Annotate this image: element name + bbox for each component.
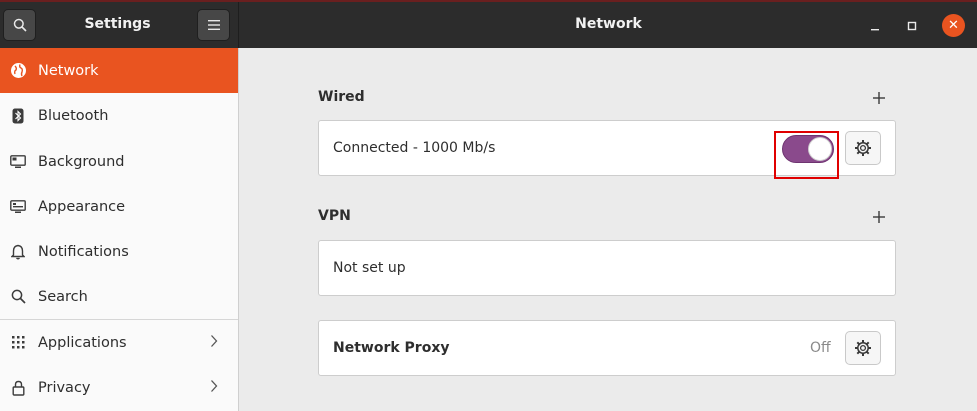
proxy-settings-button[interactable] bbox=[845, 331, 881, 365]
sidebar-item-privacy[interactable]: Privacy bbox=[0, 365, 238, 410]
sidebar-item-label: Applications bbox=[38, 334, 127, 351]
sidebar-header: Settings bbox=[0, 2, 239, 48]
plus-icon bbox=[873, 211, 885, 223]
bluetooth-icon bbox=[9, 107, 27, 125]
lock-icon bbox=[9, 379, 27, 397]
chevron-right-icon bbox=[210, 379, 218, 397]
sidebar-item-label: Notifications bbox=[38, 243, 129, 260]
close-button[interactable]: ✕ bbox=[942, 14, 965, 37]
sidebar-item-notifications[interactable]: Notifications bbox=[0, 229, 238, 274]
gear-icon bbox=[855, 340, 871, 356]
wired-status: Connected - 1000 Mb/s bbox=[333, 140, 496, 156]
search-icon bbox=[13, 18, 27, 32]
sidebar-item-label: Appearance bbox=[38, 198, 126, 215]
network-panel: Wired Connected - 1000 Mb/s VPN Not set … bbox=[240, 48, 977, 411]
wired-toggle[interactable] bbox=[782, 135, 834, 163]
wired-section-title: Wired bbox=[318, 89, 365, 105]
vpn-status: Not set up bbox=[333, 260, 406, 276]
network-globe-icon bbox=[9, 62, 27, 80]
maximize-button[interactable] bbox=[901, 15, 923, 37]
app-title: Settings bbox=[84, 16, 151, 32]
minimize-icon bbox=[871, 29, 879, 31]
sidebar-item-search[interactable]: Search bbox=[0, 274, 238, 319]
wired-settings-button[interactable] bbox=[845, 131, 881, 165]
apps-grid-icon bbox=[9, 334, 27, 352]
add-vpn-button[interactable] bbox=[870, 208, 888, 226]
close-icon: ✕ bbox=[948, 18, 959, 33]
sidebar-item-bluetooth[interactable]: Bluetooth bbox=[0, 93, 238, 138]
gear-icon bbox=[855, 140, 871, 156]
hamburger-icon bbox=[207, 20, 220, 30]
plus-icon bbox=[873, 92, 885, 104]
header-bar: Settings Network ✕ bbox=[0, 0, 977, 48]
menu-button[interactable] bbox=[197, 9, 230, 41]
sidebar-item-network[interactable]: Network bbox=[0, 48, 238, 93]
toggle-knob bbox=[808, 137, 832, 161]
sidebar-item-label: Network bbox=[38, 62, 99, 79]
maximize-icon bbox=[907, 21, 917, 31]
chevron-right-icon bbox=[210, 334, 218, 352]
vpn-section-title: VPN bbox=[318, 208, 351, 224]
search-icon bbox=[9, 288, 27, 306]
vpn-card: Not set up bbox=[318, 240, 896, 296]
sidebar-item-background[interactable]: Background bbox=[0, 139, 238, 184]
minimize-button[interactable] bbox=[864, 15, 886, 37]
search-button[interactable] bbox=[3, 9, 36, 41]
network-proxy-label: Network Proxy bbox=[333, 340, 450, 356]
sidebar-item-label: Search bbox=[38, 288, 88, 305]
sidebar-item-label: Background bbox=[38, 153, 125, 170]
bell-icon bbox=[9, 243, 27, 261]
sidebar-item-appearance[interactable]: Appearance bbox=[0, 184, 238, 229]
network-proxy-status: Off bbox=[810, 340, 831, 356]
sidebar-item-label: Privacy bbox=[38, 379, 91, 396]
sidebar-item-label: Bluetooth bbox=[38, 107, 109, 124]
add-wired-button[interactable] bbox=[870, 89, 888, 107]
background-monitor-icon bbox=[9, 153, 27, 171]
appearance-monitor-icon bbox=[9, 198, 27, 216]
sidebar: Network Bluetooth Background Appearance … bbox=[0, 48, 239, 411]
sidebar-item-applications[interactable]: Applications bbox=[0, 320, 238, 365]
